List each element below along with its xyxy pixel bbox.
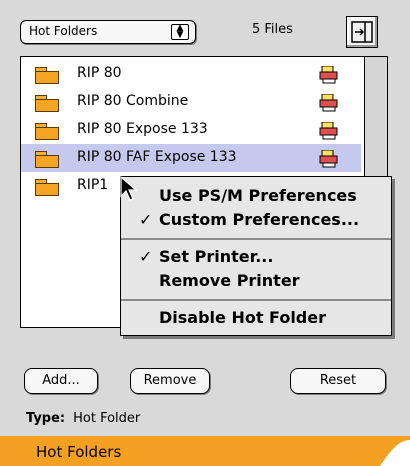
checkmark-icon: ✓ <box>139 247 153 266</box>
footer-caption-bar: Hot Folders <box>0 436 410 466</box>
mouse-pointer-icon <box>120 176 138 201</box>
menu-separator <box>121 299 391 301</box>
printer-icon <box>319 94 338 112</box>
file-count: 5 Files <box>252 22 293 37</box>
menu-item-label: Custom Preferences... <box>159 210 360 229</box>
printer-icon <box>319 122 338 140</box>
type-info: Type: Hot Folder <box>26 411 140 426</box>
folder-type-popup[interactable]: Hot Folders ▲ ▼ <box>20 20 196 44</box>
menu-item-disable-hot-folder[interactable]: Disable Hot Folder <box>121 307 391 329</box>
list-item-selected[interactable]: RIP 80 FAF Expose 133 <box>21 144 361 172</box>
menu-item-label: Use PS/M Preferences <box>159 186 357 205</box>
reset-button[interactable]: Reset <box>290 368 386 394</box>
menu-item-use-psm-preferences[interactable]: Use PS/M Preferences <box>121 185 391 207</box>
menu-item-custom-preferences[interactable]: ✓ Custom Preferences... <box>121 209 391 231</box>
type-label: Type: <box>26 411 66 426</box>
list-item-label: RIP 80 Expose 133 <box>77 121 208 137</box>
list-item-label: RIP 80 <box>77 65 122 81</box>
menu-item-label: Disable Hot Folder <box>159 308 326 327</box>
list-item-label: RIP 80 FAF Expose 133 <box>77 149 237 165</box>
checkmark-icon: ✓ <box>139 210 153 229</box>
folder-icon <box>35 67 59 84</box>
popup-arrows-icon: ▲ ▼ <box>171 24 189 40</box>
list-item-label: RIP1 <box>77 177 109 193</box>
window-toggle-button[interactable] <box>346 16 378 48</box>
remove-button[interactable]: Remove <box>130 368 210 394</box>
menu-item-label: Remove Printer <box>159 271 300 290</box>
folder-icon <box>35 151 59 168</box>
type-value: Hot Folder <box>73 411 141 426</box>
list-item-label: RIP 80 Combine <box>77 93 189 109</box>
menu-item-remove-printer[interactable]: Remove Printer <box>121 270 391 292</box>
context-menu: Use PS/M Preferences ✓ Custom Preference… <box>120 176 392 336</box>
menu-item-label: Set Printer... <box>159 247 274 266</box>
add-button[interactable]: Add... <box>24 368 98 394</box>
hot-folders-window: Hot Folders ▲ ▼ 5 Files RIP 80 RIP 80 Com… <box>0 0 410 436</box>
folder-icon <box>35 179 59 196</box>
menu-separator <box>121 238 391 240</box>
list-item[interactable]: RIP 80 Expose 133 <box>21 116 361 144</box>
folder-icon <box>35 123 59 140</box>
printer-icon <box>319 66 338 84</box>
arrow-into-box-icon <box>351 21 373 43</box>
menu-item-set-printer[interactable]: ✓ Set Printer... <box>121 246 391 268</box>
footer-title: Hot Folders <box>36 443 122 461</box>
printer-icon <box>319 150 338 168</box>
folder-type-popup-value: Hot Folders <box>29 24 98 38</box>
list-item[interactable]: RIP 80 Combine <box>21 88 361 116</box>
folder-icon <box>35 95 59 112</box>
list-item[interactable]: RIP 80 <box>21 60 361 88</box>
